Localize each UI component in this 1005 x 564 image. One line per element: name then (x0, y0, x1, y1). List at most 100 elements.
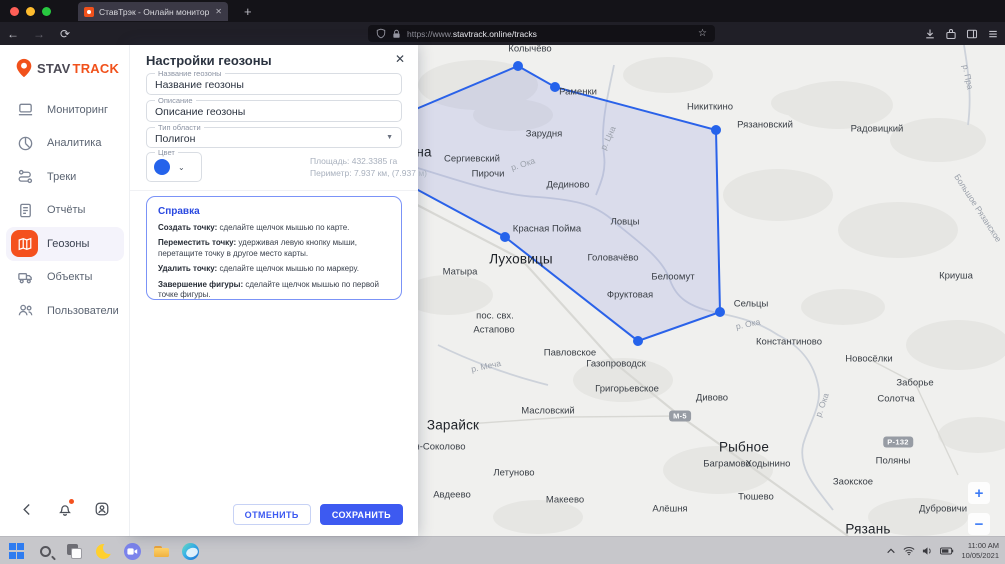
file-explorer-icon[interactable] (153, 543, 170, 560)
task-view-icon[interactable] (66, 543, 83, 560)
map-place-label: Сергиевский (444, 154, 500, 165)
extensions-icon[interactable] (945, 28, 957, 40)
map-place-label: Сельцы (734, 299, 769, 310)
color-picker[interactable]: Цвет ⌄ (146, 152, 202, 182)
sidebar-item-reports[interactable]: Отчёты (6, 194, 124, 228)
polygon-vertex-marker[interactable] (513, 61, 523, 71)
sidebar-item-tracks[interactable]: Треки (6, 160, 124, 194)
start-button-icon[interactable] (8, 543, 25, 560)
save-button[interactable]: СОХРАНИТЬ (320, 504, 403, 525)
map-canvas[interactable]: КолычёвоРаменкиНикиткиноРязановскийРадов… (418, 45, 1005, 536)
tracks-icon (16, 168, 34, 186)
map-place-label: Авдеево (433, 490, 471, 501)
taskbar-tray: 11:00 AM 10/05/2021 (886, 537, 999, 564)
teams-chat-icon[interactable] (124, 543, 141, 560)
map-place-label: Солотча (877, 394, 914, 405)
search-icon[interactable] (37, 543, 54, 560)
area-type-select[interactable]: Тип области Полигон ▼ (146, 127, 402, 148)
map-place-label: н-Соколово (418, 442, 466, 453)
reload-icon[interactable]: ⟳ (52, 27, 78, 41)
url-text: https://www.stavtrack.online/tracks (407, 29, 537, 39)
map-place-label: Константиново (756, 337, 822, 348)
browser-tab[interactable]: СтавТрэк - Онлайн мониторин ✕ (78, 2, 228, 21)
map-place-label: Луховицы (489, 252, 553, 267)
sidebar-item-geozones[interactable]: Геозоны (6, 227, 124, 261)
back-icon[interactable]: ← (0, 27, 26, 41)
map-place-label: Рязановский (737, 120, 793, 131)
tab-close-icon[interactable]: ✕ (215, 7, 222, 16)
map-place-label: Белоомут (651, 272, 694, 283)
chevron-down-icon: ⌄ (178, 163, 185, 172)
shield-icon (376, 28, 386, 39)
edge-browser-icon[interactable] (182, 543, 199, 560)
geozone-name-field[interactable]: Название геозоны Название геозоны (146, 73, 402, 95)
forward-icon[interactable]: → (26, 27, 52, 41)
menu-icon[interactable] (987, 28, 999, 40)
polygon-vertex-marker[interactable] (633, 336, 643, 346)
sidebar-toggle-icon[interactable] (966, 28, 978, 40)
tab-title: СтавТрэк - Онлайн мониторин (99, 7, 209, 17)
map-place-label: Фруктовая (607, 290, 653, 301)
sidebar-item-objects[interactable]: Объекты (6, 261, 124, 295)
window-controls (10, 7, 51, 16)
help-item: Создать точку: сделайте щелчок мышью по … (158, 223, 390, 233)
map-place-label: Колычёво (508, 45, 551, 55)
notifications-bell-icon[interactable] (57, 501, 73, 522)
clock-time: 11:00 AM (961, 541, 999, 552)
browser-tabstrip: СтавТрэк - Онлайн мониторин ✕ + (0, 0, 1005, 22)
new-tab-button[interactable]: + (238, 0, 258, 22)
cancel-button[interactable]: ОТМЕНИТЬ (233, 504, 311, 525)
users-icon (16, 302, 34, 320)
geozone-metrics: Площадь: 432.3385 га Периметр: 7.937 км,… (310, 155, 427, 180)
sidebar-item-monitoring[interactable]: Мониторинг (6, 93, 124, 127)
sidebar-item-analytics[interactable]: Аналитика (6, 127, 124, 161)
zoom-out-button[interactable]: − (968, 513, 990, 535)
logo-text-track: TRACK (73, 61, 120, 76)
sidebar-item-users[interactable]: Пользователи (6, 294, 124, 328)
moon-app-icon[interactable] (95, 543, 112, 560)
app-logo[interactable]: STAV TRACK (13, 57, 119, 79)
select-caret-icon: ▼ (386, 134, 393, 141)
polygon-vertex-marker[interactable] (500, 232, 510, 242)
map-place-label: Головачёво (588, 253, 639, 264)
map-place-label: Новосёлки (845, 354, 892, 365)
map-place-label: Матыра (443, 267, 478, 278)
tray-chevron-icon[interactable] (886, 547, 896, 555)
polygon-vertex-marker[interactable] (711, 125, 721, 135)
sidebar: STAV TRACK Мониторинг АналитикаТрекиОтчёт… (0, 45, 130, 536)
screen: СтавТрэк - Онлайн мониторин ✕ + ← → ⟳ ht… (0, 0, 1005, 564)
map-place-label: Григорьевское (595, 384, 659, 395)
bookmark-star-icon[interactable]: ☆ (698, 28, 707, 39)
window-maximize-button[interactable] (42, 7, 51, 16)
map-place-label: Зарудня (526, 129, 563, 140)
wifi-icon[interactable] (903, 546, 915, 556)
color-label: Цвет (155, 148, 178, 157)
url-prefix: https://www. (407, 29, 453, 39)
battery-icon[interactable] (940, 547, 954, 555)
sidebar-item-label: Мониторинг (47, 104, 108, 116)
window-close-button[interactable] (10, 7, 19, 16)
zoom-in-button[interactable]: + (968, 482, 990, 504)
geozone-settings-panel: Настройки геозоны ✕ Название геозоны Наз… (130, 45, 418, 536)
taskbar-clock[interactable]: 11:00 AM 10/05/2021 (961, 541, 999, 562)
download-icon[interactable] (924, 28, 936, 40)
panel-close-icon[interactable]: ✕ (395, 52, 405, 66)
account-icon[interactable] (94, 501, 110, 522)
polygon-vertex-marker[interactable] (715, 307, 725, 317)
url-bar[interactable]: https://www.stavtrack.online/tracks ☆ (368, 25, 715, 42)
color-swatch[interactable] (154, 159, 170, 175)
sidebar-item-label: Пользователи (47, 305, 119, 317)
window-minimize-button[interactable] (26, 7, 35, 16)
reports-icon (16, 201, 34, 219)
taskbar: 11:00 AM 10/05/2021 (0, 536, 1005, 564)
tab-favicon (84, 7, 94, 17)
volume-icon[interactable] (922, 546, 933, 556)
logo-pin-icon (13, 57, 35, 79)
lock-icon (392, 29, 401, 39)
panel-divider (130, 190, 418, 191)
map-place-label: Макеево (546, 495, 584, 506)
perimeter-metric: Периметр: 7.937 км, (7.937 м) (310, 167, 427, 179)
geozone-description-field[interactable]: Описание Описание геозоны (146, 100, 402, 122)
url-host: stavtrack.online/tracks (453, 29, 537, 39)
collapse-back-icon[interactable] (20, 502, 35, 522)
